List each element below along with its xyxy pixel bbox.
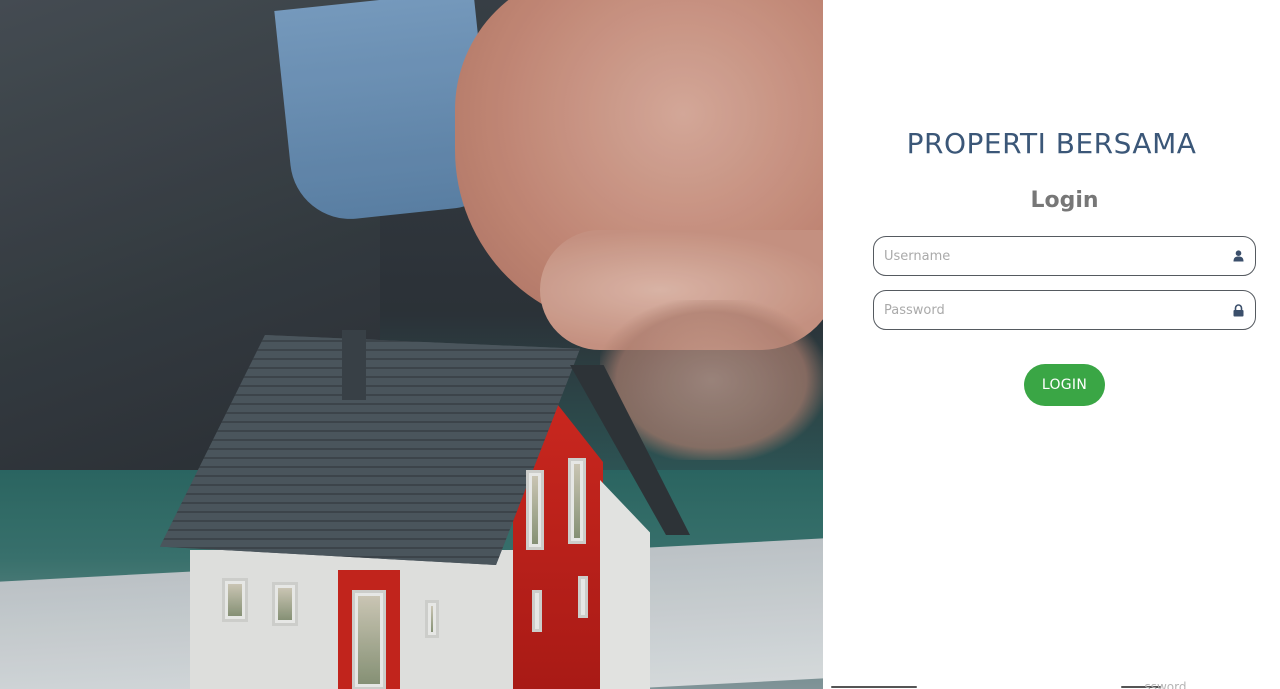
login-panel: PROPERTI BERSAMA Login LOGIN ...ssword: [823, 0, 1280, 689]
username-input[interactable]: [884, 248, 1231, 264]
password-field[interactable]: [873, 290, 1256, 330]
login-button[interactable]: LOGIN: [1024, 364, 1105, 406]
footer-divider: [831, 686, 917, 688]
user-icon: [1231, 249, 1245, 263]
login-heading: Login: [1030, 188, 1099, 213]
lock-icon: [1231, 303, 1245, 317]
hero-image: [0, 0, 823, 689]
forgot-password-link[interactable]: ...ssword: [1133, 680, 1186, 689]
password-input[interactable]: [884, 302, 1231, 318]
brand-title: PROPERTI BERSAMA: [906, 127, 1197, 160]
image-tint: [0, 0, 823, 689]
username-field[interactable]: [873, 236, 1256, 276]
